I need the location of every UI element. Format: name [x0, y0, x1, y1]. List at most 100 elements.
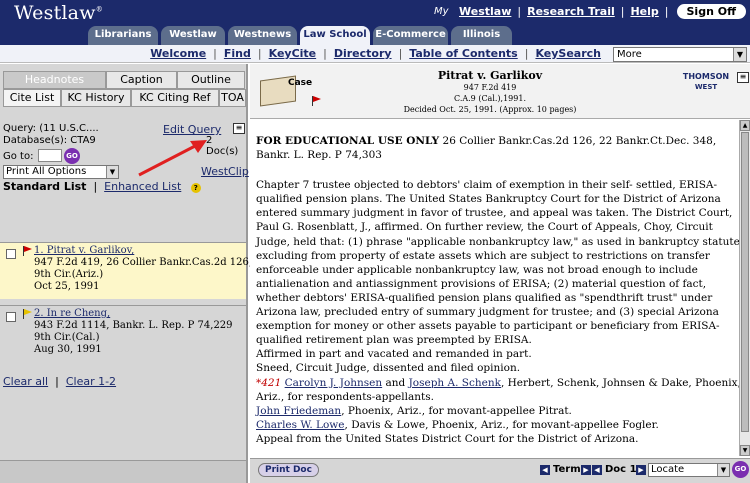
tab-westnews[interactable]: Westnews	[228, 26, 297, 45]
clear-all-link[interactable]: Clear all	[3, 375, 48, 388]
nav-row: Welcome | Find | KeyCite | Directory | T…	[0, 45, 750, 63]
document-body: FOR EDUCATIONAL USE ONLY 26 Collier Bank…	[256, 134, 742, 446]
go-button[interactable]: GO	[64, 148, 80, 164]
nav-links: Welcome | Find | KeyCite | Directory | T…	[143, 47, 608, 60]
divider: |	[89, 180, 101, 193]
nav-keycite[interactable]: KeyCite	[262, 47, 324, 60]
document-citation: Pitrat v. Garlikov 947 F.2d 419 C.A.9 (C…	[370, 69, 610, 115]
help-icon[interactable]: ?	[190, 183, 201, 193]
attorney-link[interactable]: John Friedeman	[256, 405, 341, 417]
chevron-down-icon: ▼	[106, 166, 118, 178]
tab-outline[interactable]: Outline	[177, 71, 245, 89]
enhanced-list-link[interactable]: Enhanced List	[104, 180, 181, 193]
print-options-select[interactable]: Print All Options ▼	[3, 165, 119, 179]
counsel-line: Charles W. Lowe, Davis & Lowe, Phoenix, …	[256, 418, 742, 432]
more-select[interactable]: More ▼	[613, 47, 747, 62]
result-title-link[interactable]: 2. In re Cheng,	[34, 308, 233, 320]
list-mode-row: Standard List | Enhanced List ?	[3, 180, 201, 193]
my-westlaw-link[interactable]: Westlaw	[453, 5, 517, 18]
research-trail-link[interactable]: Research Trail	[521, 5, 621, 18]
print-doc-button[interactable]: Print Doc	[258, 463, 319, 477]
query-text: Query: (11 U.S.C....	[3, 123, 99, 134]
synopsis: Chapter 7 trustee objected to debtors' c…	[256, 179, 740, 347]
text: , Phoenix, Ariz., for movant-appellee Pi…	[341, 404, 572, 417]
go-button[interactable]: GO	[732, 461, 749, 478]
disposition: Affirmed in part and vacated and remande…	[256, 348, 532, 361]
tab-toa[interactable]: TOA	[219, 89, 246, 107]
next-term-icon[interactable]: ▶	[581, 465, 591, 475]
list-menu-icon[interactable]: ≡	[233, 123, 245, 134]
print-options-value: Print All Options	[6, 166, 87, 177]
nav-directory[interactable]: Directory	[327, 47, 399, 60]
previous-term-icon[interactable]: ◀	[540, 465, 550, 475]
standard-list-label: Standard List	[3, 180, 87, 193]
nav-find[interactable]: Find	[217, 47, 258, 60]
top-links: My Westlaw | Research Trail | Help | Sig…	[434, 4, 746, 19]
nav-keysearch[interactable]: KeySearch	[528, 47, 608, 60]
goto-label: Go to:	[3, 151, 34, 162]
tab-illinois[interactable]: Illinois	[451, 26, 512, 45]
divider: |	[51, 375, 63, 388]
result-text: 1. Pitrat v. Garlikov, 947 F.2d 419, 26 …	[34, 245, 279, 293]
locate-select-value: Locate	[651, 464, 685, 475]
my-westlaw-icon: My	[434, 5, 449, 17]
divider: |	[664, 5, 669, 18]
tab-westlaw[interactable]: Westlaw	[161, 26, 225, 45]
appeal-line: Appeal from the United States District C…	[256, 432, 639, 445]
next-doc-icon[interactable]: ▶	[636, 465, 646, 475]
text: , Davis & Lowe, Phoenix, Ariz., for mova…	[344, 418, 659, 431]
westlaw-logo[interactable]: Westlaw®	[14, 2, 103, 24]
annotation-arrow-icon	[138, 140, 207, 177]
left-bottom-bar	[0, 460, 246, 483]
tab-law-school[interactable]: Law School	[300, 26, 370, 45]
dissent-note: Sneed, Circuit Judge, dissented and file…	[256, 362, 521, 375]
nav-welcome[interactable]: Welcome	[143, 47, 213, 60]
tab-caption[interactable]: Caption	[106, 71, 177, 89]
result-checkbox[interactable]	[6, 312, 16, 322]
scroll-down-icon[interactable]: ▼	[740, 445, 750, 456]
result-court: 9th Cir.(Cal.)	[34, 332, 100, 343]
attorney-link[interactable]: Charles W. Lowe	[256, 419, 345, 431]
sign-off-button[interactable]: Sign Off	[676, 4, 746, 19]
result-date: Aug 30, 1991	[34, 344, 102, 355]
clear-links: Clear all | Clear 1-2	[3, 375, 116, 388]
star-page: *421	[256, 376, 282, 389]
red-flag-icon[interactable]	[22, 246, 32, 256]
tab-kc-history[interactable]: KC History	[61, 89, 131, 107]
document-panel: Case Pitrat v. Garlikov 947 F.2d 419 C.A…	[250, 64, 750, 483]
scroll-thumb[interactable]	[741, 132, 749, 432]
red-flag-icon[interactable]	[311, 96, 321, 106]
tab-headnotes[interactable]: Headnotes	[3, 71, 106, 89]
tab-librarians[interactable]: Librarians	[88, 26, 158, 45]
help-link[interactable]: Help	[624, 5, 664, 18]
nav-table-of-contents[interactable]: Table of Contents	[402, 47, 524, 60]
chevron-down-icon: ▼	[733, 48, 746, 61]
attorney-link[interactable]: Carolyn J. Johnsen	[285, 377, 383, 389]
chevron-down-icon: ▼	[717, 464, 729, 476]
locate-select[interactable]: Locate ▼	[648, 463, 730, 477]
text: and	[382, 376, 409, 389]
clear-range-link[interactable]: Clear 1-2	[66, 375, 116, 388]
tab-cite-list[interactable]: Cite List	[3, 89, 61, 107]
database-text: Database(s): CTA9	[3, 135, 96, 146]
goto-input[interactable]	[38, 149, 62, 162]
attorney-link[interactable]: Joseph A. Schenk	[409, 377, 501, 389]
scroll-up-icon[interactable]: ▲	[740, 120, 750, 131]
document-menu-icon[interactable]: ≡	[737, 72, 749, 83]
yellow-flag-icon[interactable]	[22, 309, 32, 319]
result-title-link[interactable]: 1. Pitrat v. Garlikov,	[34, 245, 279, 257]
tab-kc-citing-ref[interactable]: KC Citing Ref	[131, 89, 219, 107]
tab-e-commerce[interactable]: E-Commerce	[373, 26, 448, 45]
result-row: 2. In re Cheng, 943 F.2d 1114, Bankr. L.…	[0, 305, 246, 367]
educational-use-line: FOR EDUCATIONAL USE ONLY 26 Collier Bank…	[256, 134, 742, 162]
result-checkbox[interactable]	[6, 249, 16, 259]
counsel-line: *421 Carolyn J. Johnsen and Joseph A. Sc…	[256, 376, 742, 404]
result-court: 9th Cir.(Ariz.)	[34, 269, 104, 280]
counsel-line: John Friedeman, Phoenix, Ariz., for mova…	[256, 404, 742, 418]
term-label: Term	[553, 464, 581, 475]
previous-doc-icon[interactable]: ◀	[592, 465, 602, 475]
citation-line: C.A.9 (Cal.),1991.	[453, 94, 526, 103]
document-scrollbar[interactable]: ▲ ▼	[739, 120, 750, 456]
result-text: 2. In re Cheng, 943 F.2d 1114, Bankr. L.…	[34, 308, 233, 356]
citation-line: Decided Oct. 25, 1991. (Approx. 10 pages…	[403, 105, 577, 114]
